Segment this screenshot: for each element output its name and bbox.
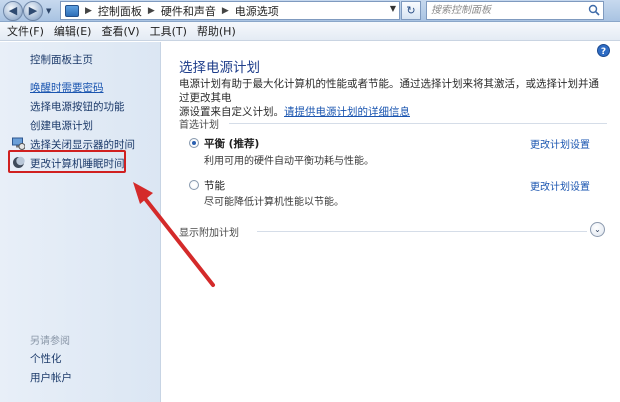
description-line-1: 电源计划有助于最大化计算机的性能或者节能。通过选择计划来将其激活，或选择计划并通… [179, 78, 599, 104]
menu-help[interactable]: 帮助(H) [197, 23, 236, 39]
menu-edit[interactable]: 编辑(E) [54, 23, 92, 39]
back-button[interactable]: ◀ [3, 1, 23, 21]
sidebar-item-create-plan[interactable]: 创建电源计划 [30, 118, 93, 133]
balanced-plan-name[interactable]: 平衡 (推荐) [204, 136, 259, 151]
plan-details-link[interactable]: 请提供电源计划的详细信息 [284, 106, 410, 118]
power-saver-change-settings-link[interactable]: 更改计划设置 [530, 178, 590, 193]
divider [257, 231, 587, 232]
sidebar-item-personalization[interactable]: 个性化 [30, 351, 62, 366]
divider [229, 123, 607, 124]
expand-additional-plans-button[interactable]: ⌄ [590, 222, 605, 237]
show-additional-plans-label[interactable]: 显示附加计划 [179, 224, 239, 239]
highlight-box [8, 150, 126, 173]
sidebar-control-panel-home[interactable]: 控制面板主页 [30, 52, 93, 67]
recent-pages-dropdown-icon[interactable]: ▼ [46, 7, 51, 15]
sidebar-item-wake-password[interactable]: 唤醒时需要密码 [30, 80, 104, 95]
sidebar-item-power-button[interactable]: 选择电源按钮的功能 [30, 99, 125, 114]
search-input[interactable]: 搜索控制面板 [426, 1, 604, 20]
refresh-button[interactable]: ↻ [401, 1, 421, 20]
search-icon[interactable] [588, 4, 600, 16]
chevron-right-icon[interactable]: ▶ [83, 6, 94, 16]
page-description: 电源计划有助于最大化计算机的性能或者节能。通过选择计划来将其激活，或选择计划并通… [179, 77, 609, 119]
power-saver-plan-name[interactable]: 节能 [204, 178, 225, 193]
balanced-plan-radio[interactable] [189, 138, 199, 148]
balanced-plan-description: 利用可用的硬件自动平衡功耗与性能。 [204, 156, 374, 167]
control-panel-icon [65, 4, 79, 17]
breadcrumb-control-panel[interactable]: 控制面板 [98, 3, 142, 19]
main-content: ? 选择电源计划 电源计划有助于最大化计算机的性能或者节能。通过选择计划来将其激… [162, 42, 620, 402]
see-also-heading: 另请参阅 [30, 336, 70, 347]
window-titlebar: ◀ ▶ ▼ ▶ 控制面板 ▶ 硬件和声音 ▶ 电源选项 ▼ ↻ 搜索控制面板 [0, 0, 620, 22]
power-saver-plan-description: 尽可能降低计算机性能以节能。 [204, 197, 344, 208]
sidebar: 控制面板主页 唤醒时需要密码 选择电源按钮的功能 创建电源计划 选择关闭显示器的… [0, 42, 161, 402]
menu-file[interactable]: 文件(F) [7, 23, 44, 39]
search-placeholder: 搜索控制面板 [431, 5, 491, 16]
preferred-plans-label: 首选计划 [179, 120, 219, 131]
page-title: 选择电源计划 [179, 60, 260, 76]
svg-text:?: ? [601, 47, 606, 57]
chevron-right-icon[interactable]: ▶ [220, 6, 231, 16]
menu-bar: 文件(F) 编辑(E) 查看(V) 工具(T) 帮助(H) [0, 22, 620, 41]
power-saver-plan-radio[interactable] [189, 180, 199, 190]
chevron-right-icon[interactable]: ▶ [146, 6, 157, 16]
breadcrumb-power-options[interactable]: 电源选项 [235, 3, 279, 19]
help-icon[interactable]: ? [597, 44, 610, 57]
monitor-shield-icon [12, 137, 25, 150]
sidebar-item-user-accounts[interactable]: 用户帐户 [30, 370, 72, 385]
menu-tools[interactable]: 工具(T) [150, 23, 187, 39]
address-dropdown-icon[interactable]: ▼ [390, 4, 396, 13]
address-bar[interactable]: ▶ 控制面板 ▶ 硬件和声音 ▶ 电源选项 ▼ [60, 1, 400, 20]
balanced-change-settings-link[interactable]: 更改计划设置 [530, 136, 590, 151]
menu-view[interactable]: 查看(V) [101, 23, 139, 39]
breadcrumb-hardware-sound[interactable]: 硬件和声音 [161, 3, 216, 19]
forward-button[interactable]: ▶ [23, 1, 43, 21]
